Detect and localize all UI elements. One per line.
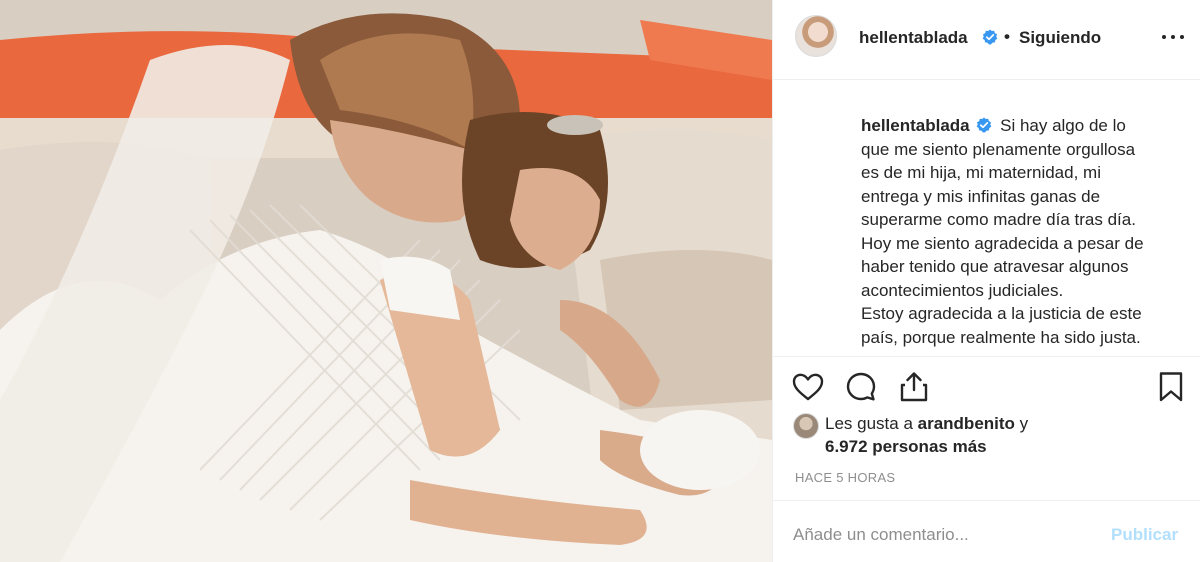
- post-header: hellentablada • Siguiendo: [773, 0, 1200, 80]
- more-options-icon[interactable]: [1161, 30, 1187, 44]
- caption-line: acontecimientos judiciales.: [861, 280, 1064, 300]
- liker-avatar[interactable]: [793, 413, 819, 439]
- author-avatar[interactable]: [795, 15, 837, 57]
- caption-line: que me siento plenamente orgullosa: [861, 139, 1136, 159]
- heart-icon[interactable]: [791, 370, 825, 404]
- verified-badge-icon: [977, 117, 992, 133]
- caption-line: Estoy agradecida a la justicia de este: [861, 304, 1142, 323]
- wedding-photo-illustration: [0, 0, 772, 562]
- verified-badge-icon: [982, 29, 998, 45]
- comment-icon[interactable]: [844, 370, 878, 404]
- follow-status-button[interactable]: Siguiendo: [1019, 28, 1101, 48]
- post-caption: hellentablada Si hay algo de lo que me s…: [861, 114, 1181, 349]
- caption-line: entrega y mis infinitas ganas de: [861, 186, 1101, 206]
- comment-bar: Publicar: [773, 500, 1200, 562]
- comment-input[interactable]: [793, 523, 1093, 547]
- share-icon[interactable]: [897, 370, 931, 404]
- likes-conjunction: y: [1019, 414, 1029, 433]
- header-separator: •: [1004, 27, 1010, 46]
- likes-count-link[interactable]: 6.972 personas más: [825, 437, 987, 456]
- caption-line: superarme como madre día tras día.: [861, 210, 1136, 229]
- post-photo[interactable]: [0, 0, 772, 562]
- post-side-panel: hellentablada • Siguiendo hellentablada …: [772, 0, 1200, 562]
- bookmark-icon[interactable]: [1154, 370, 1188, 404]
- post-timestamp[interactable]: HACE 5 HORAS: [795, 470, 895, 485]
- publish-comment-button[interactable]: Publicar: [1111, 525, 1178, 545]
- caption-line: Si hay algo de lo: [1000, 116, 1126, 135]
- author-username[interactable]: hellentablada: [859, 28, 968, 48]
- caption-username[interactable]: hellentablada: [861, 116, 970, 135]
- liker-username-link[interactable]: arandbenito: [918, 414, 1015, 433]
- caption-line: haber tenido que atravesar algunos: [861, 257, 1129, 276]
- likes-prefix: Les gusta a: [825, 414, 913, 433]
- likes-text: Les gusta a arandbenito y 6.972 personas…: [825, 412, 1028, 458]
- caption-line: es de mi hija, mi maternidad, mi: [861, 163, 1101, 182]
- caption-line: país, porque realmente ha sido justa.: [861, 327, 1141, 347]
- caption-line: Hoy me siento agradecida a pesar de: [861, 233, 1144, 253]
